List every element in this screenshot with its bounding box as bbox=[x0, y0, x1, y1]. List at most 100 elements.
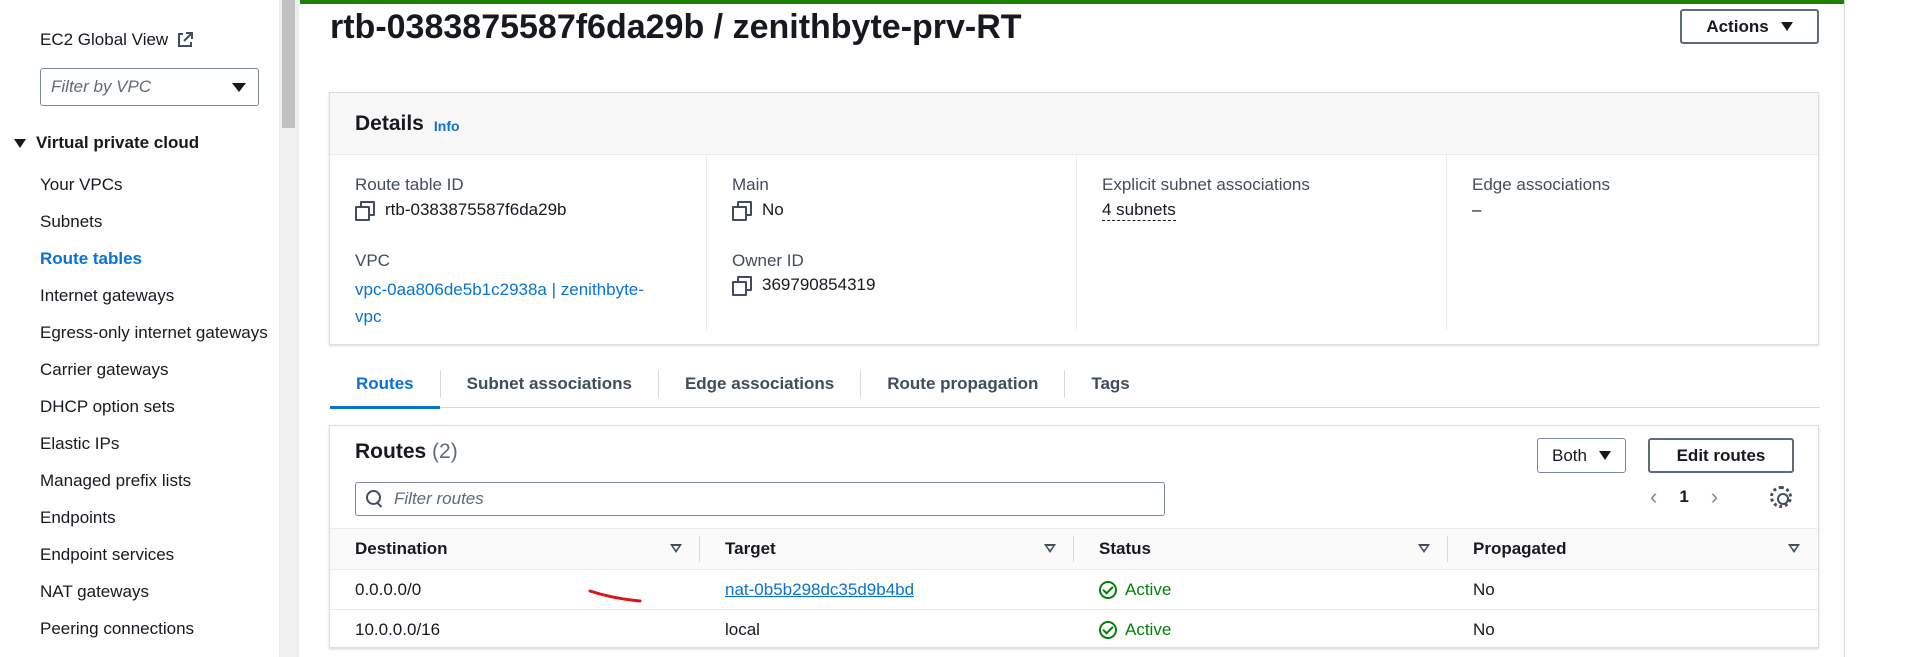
edge-associations-value: – bbox=[1472, 200, 1482, 219]
copy-icon[interactable] bbox=[732, 201, 752, 221]
tab-bar: Routes Subnet associations Edge associat… bbox=[330, 360, 1820, 409]
status-success-icon bbox=[1099, 620, 1117, 639]
cell-destination: 0.0.0.0/0 bbox=[355, 579, 422, 599]
details-col-3: Explicit subnet associations 4 subnets bbox=[1076, 155, 1446, 330]
routes-title: Routes (2) bbox=[355, 440, 458, 464]
sidebar-scrollbar[interactable] bbox=[280, 0, 297, 657]
sidebar-item-dhcp-option-sets[interactable]: DHCP option sets bbox=[40, 393, 270, 420]
annotation-stroke bbox=[588, 589, 642, 603]
page-number[interactable]: 1 bbox=[1679, 487, 1688, 507]
sidebar-item-route-tables[interactable]: Route tables bbox=[40, 245, 270, 272]
sidebar-item-elastic-ips[interactable]: Elastic IPs bbox=[40, 430, 270, 457]
chevron-left-icon[interactable]: ‹ bbox=[1650, 484, 1657, 510]
filter-by-vpc-select[interactable]: Filter by VPC bbox=[40, 68, 259, 106]
status-success-icon bbox=[1099, 580, 1117, 599]
sort-icon[interactable] bbox=[670, 544, 682, 553]
cell-destination: 10.0.0.0/16 bbox=[355, 619, 441, 639]
copy-icon[interactable] bbox=[355, 201, 375, 221]
route-table-id-text: rtb-0383875587f6da29b bbox=[385, 200, 567, 219]
filter-routes-input[interactable]: Filter routes bbox=[355, 482, 1165, 516]
target-link[interactable]: nat-0b5b298dc35d9b4bd bbox=[725, 580, 914, 600]
sidebar-item-subnets[interactable]: Subnets bbox=[40, 208, 270, 235]
sidebar-item-your-vpcs[interactable]: Your VPCs bbox=[40, 171, 270, 198]
tab-edge-associations[interactable]: Edge associations bbox=[659, 360, 860, 408]
ec2-global-view-label: EC2 Global View bbox=[40, 30, 169, 49]
sidebar-item-endpoint-services[interactable]: Endpoint services bbox=[40, 541, 270, 568]
page-title: rtb-0383875587f6da29b / zenithbyte-prv-R… bbox=[330, 8, 1022, 46]
actions-button[interactable]: Actions bbox=[1680, 9, 1819, 44]
filter-routes-placeholder: Filter routes bbox=[394, 489, 484, 508]
vpc-link[interactable]: vpc-0aa806de5b1c2938a | zenithbyte- vpc bbox=[355, 276, 675, 330]
search-icon bbox=[366, 490, 384, 508]
main-label: Main bbox=[732, 175, 769, 194]
vpc-label: VPC bbox=[355, 251, 390, 270]
info-link[interactable]: Info bbox=[434, 118, 460, 134]
column-header-destination[interactable]: Destination bbox=[330, 528, 700, 570]
sidebar-divider bbox=[297, 0, 299, 657]
caret-down-icon bbox=[1598, 451, 1611, 460]
sidebar-item-carrier-gateways[interactable]: Carrier gateways bbox=[40, 356, 270, 383]
column-header-label: Destination bbox=[355, 539, 448, 558]
table-row: 10.0.0.0/16 local Active No bbox=[330, 610, 1818, 650]
owner-id-value: 369790854319 bbox=[732, 275, 876, 296]
main-value: No bbox=[732, 200, 784, 221]
main-value-text: No bbox=[762, 200, 784, 219]
routes-count: (2) bbox=[432, 440, 458, 463]
sidebar-section-vpc[interactable]: Virtual private cloud bbox=[14, 133, 199, 153]
chevron-right-icon[interactable]: › bbox=[1711, 484, 1718, 510]
column-header-propagated[interactable]: Propagated bbox=[1448, 528, 1818, 570]
cell-status: Active bbox=[1074, 580, 1448, 600]
actions-label: Actions bbox=[1706, 16, 1769, 36]
tab-subnet-associations[interactable]: Subnet associations bbox=[441, 360, 658, 408]
sidebar-item-peering-connections[interactable]: Peering connections bbox=[40, 615, 270, 642]
vpc-link-line-1: vpc-0aa806de5b1c2938a | zenithbyte- bbox=[355, 280, 644, 299]
filter-by-vpc-placeholder: Filter by VPC bbox=[51, 77, 152, 96]
route-table-id-label: Route table ID bbox=[355, 175, 464, 194]
scrollbar-thumb[interactable] bbox=[282, 0, 295, 128]
sidebar-item-endpoints[interactable]: Endpoints bbox=[40, 504, 270, 531]
caret-down-icon bbox=[14, 138, 26, 148]
tab-tags[interactable]: Tags bbox=[1065, 360, 1155, 408]
sort-icon[interactable] bbox=[1418, 544, 1430, 553]
sidebar-item-nat-gateways[interactable]: NAT gateways bbox=[40, 578, 270, 605]
routes-panel: Routes (2) Both Edit routes Filter route… bbox=[329, 425, 1819, 650]
routes-table-header: Destination Target Status Propagated bbox=[330, 528, 1818, 570]
ec2-global-view-link[interactable]: EC2 Global View bbox=[40, 30, 194, 50]
cell-propagated: No bbox=[1473, 579, 1495, 599]
copy-icon[interactable] bbox=[732, 276, 752, 296]
tab-route-propagation[interactable]: Route propagation bbox=[861, 360, 1064, 408]
details-title: Details bbox=[355, 111, 424, 135]
table-row: 0.0.0.0/0 nat-0b5b298dc35d9b4bd Active N… bbox=[330, 570, 1818, 610]
column-header-label: Status bbox=[1099, 539, 1151, 558]
column-header-label: Propagated bbox=[1473, 539, 1567, 558]
cell-target: local bbox=[725, 619, 760, 639]
sidebar-item-egress-only-internet-gateways[interactable]: Egress-only internet gateways bbox=[40, 319, 270, 346]
cell-status: Active bbox=[1074, 620, 1448, 640]
sort-icon[interactable] bbox=[1044, 544, 1056, 553]
column-header-target[interactable]: Target bbox=[700, 528, 1074, 570]
tab-routes[interactable]: Routes bbox=[330, 360, 440, 409]
sidebar-section-label: Virtual private cloud bbox=[36, 133, 200, 152]
external-link-icon bbox=[178, 32, 194, 47]
cell-propagated: No bbox=[1473, 619, 1495, 639]
status-text: Active bbox=[1125, 579, 1172, 599]
route-table-id-value: rtb-0383875587f6da29b bbox=[355, 200, 567, 221]
sidebar-item-internet-gateways[interactable]: Internet gateways bbox=[40, 282, 270, 309]
caret-down-icon bbox=[232, 82, 246, 92]
owner-id-text: 369790854319 bbox=[762, 275, 876, 294]
sidebar: EC2 Global View Filter by VPC Virtual pr… bbox=[0, 0, 280, 657]
details-header: Details Info bbox=[330, 93, 1818, 155]
route-filter-select[interactable]: Both bbox=[1537, 438, 1626, 473]
sort-icon[interactable] bbox=[1788, 544, 1800, 553]
gear-icon[interactable] bbox=[1770, 486, 1792, 508]
column-header-status[interactable]: Status bbox=[1074, 528, 1448, 570]
details-col-1: Route table ID rtb-0383875587f6da29b VPC… bbox=[330, 155, 700, 330]
explicit-subnet-associations-label: Explicit subnet associations bbox=[1102, 175, 1310, 194]
cell-target: nat-0b5b298dc35d9b4bd bbox=[700, 580, 1074, 600]
details-col-4: Edge associations – bbox=[1446, 155, 1818, 330]
caret-down-icon bbox=[1780, 22, 1793, 31]
explicit-subnet-associations-value[interactable]: 4 subnets bbox=[1102, 200, 1176, 221]
edit-routes-button[interactable]: Edit routes bbox=[1648, 438, 1794, 473]
sidebar-item-managed-prefix-lists[interactable]: Managed prefix lists bbox=[40, 467, 270, 494]
details-col-2: Main No Owner ID 369790854319 bbox=[706, 155, 1076, 330]
